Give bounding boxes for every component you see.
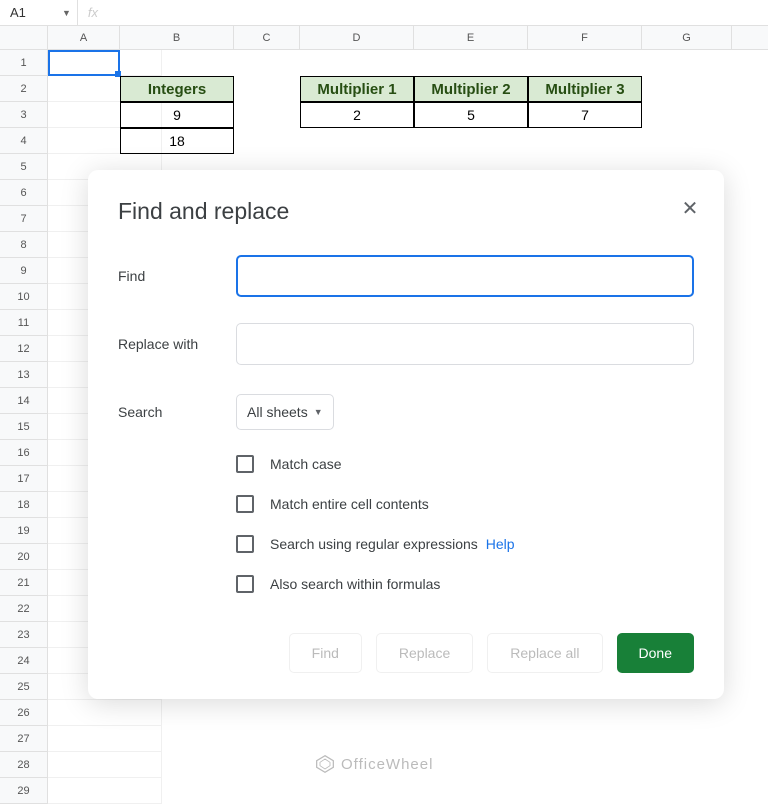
cell-ref-dropdown-icon[interactable]: ▼ bbox=[56, 8, 77, 18]
row-header[interactable]: 21 bbox=[0, 570, 48, 596]
row-header[interactable]: 26 bbox=[0, 700, 48, 726]
row-header[interactable]: 23 bbox=[0, 622, 48, 648]
row-header[interactable]: 29 bbox=[0, 778, 48, 804]
row-header[interactable]: 22 bbox=[0, 596, 48, 622]
find-button[interactable]: Find bbox=[289, 633, 362, 673]
close-icon: ✕ bbox=[682, 196, 699, 221]
find-replace-dialog: Find and replace ✕ Find Replace with Sea… bbox=[88, 170, 724, 699]
row-header[interactable]: 18 bbox=[0, 492, 48, 518]
select-all-cell[interactable] bbox=[0, 26, 48, 49]
formula-input[interactable] bbox=[108, 0, 768, 25]
match-entire-checkbox[interactable] bbox=[236, 495, 254, 513]
col-header-f[interactable]: F bbox=[528, 26, 642, 49]
col-header-b[interactable]: B bbox=[120, 26, 234, 49]
row-header[interactable]: 24 bbox=[0, 648, 48, 674]
table-header-integers[interactable]: Integers bbox=[120, 76, 234, 102]
replace-button[interactable]: Replace bbox=[376, 633, 473, 673]
match-case-label: Match case bbox=[270, 456, 342, 472]
row-header[interactable]: 10 bbox=[0, 284, 48, 310]
search-scope-select[interactable]: All sheets ▼ bbox=[236, 394, 334, 430]
col-header-c[interactable]: C bbox=[234, 26, 300, 49]
row-header[interactable]: 13 bbox=[0, 362, 48, 388]
table-cell[interactable]: 18 bbox=[120, 128, 234, 154]
col-header-a[interactable]: A bbox=[48, 26, 120, 49]
table-cell[interactable]: 9 bbox=[120, 102, 234, 128]
chevron-down-icon: ▼ bbox=[314, 407, 323, 417]
done-button[interactable]: Done bbox=[617, 633, 694, 673]
col-header-e[interactable]: E bbox=[414, 26, 528, 49]
row-header[interactable]: 16 bbox=[0, 440, 48, 466]
row-header[interactable]: 4 bbox=[0, 128, 48, 154]
logo-icon bbox=[315, 754, 335, 774]
close-button[interactable]: ✕ bbox=[676, 194, 704, 222]
cell[interactable] bbox=[48, 752, 162, 778]
watermark: OfficeWheel bbox=[315, 754, 433, 774]
row-header[interactable]: 9 bbox=[0, 258, 48, 284]
row-header[interactable]: 14 bbox=[0, 388, 48, 414]
regex-label: Search using regular expressions bbox=[270, 536, 478, 552]
col-header-g[interactable]: G bbox=[642, 26, 732, 49]
row-header[interactable]: 15 bbox=[0, 414, 48, 440]
row-header[interactable]: 2 bbox=[0, 76, 48, 102]
row-header[interactable]: 7 bbox=[0, 206, 48, 232]
row-header[interactable]: 17 bbox=[0, 466, 48, 492]
col-header-d[interactable]: D bbox=[300, 26, 414, 49]
match-case-checkbox[interactable] bbox=[236, 455, 254, 473]
cell[interactable] bbox=[48, 700, 162, 726]
table-header-mult3[interactable]: Multiplier 3 bbox=[528, 76, 642, 102]
column-headers: A B C D E F G bbox=[0, 26, 768, 50]
table-cell[interactable]: 5 bbox=[414, 102, 528, 128]
dialog-footer: Find Replace Replace all Done bbox=[118, 633, 694, 673]
row-header[interactable]: 1 bbox=[0, 50, 48, 76]
replace-label: Replace with bbox=[118, 336, 236, 352]
search-scope-value: All sheets bbox=[247, 404, 308, 420]
table-cell[interactable]: 7 bbox=[528, 102, 642, 128]
dialog-title: Find and replace bbox=[118, 198, 694, 225]
formula-bar: A1 ▼ fx bbox=[0, 0, 768, 26]
table-header-mult2[interactable]: Multiplier 2 bbox=[414, 76, 528, 102]
regex-checkbox[interactable] bbox=[236, 535, 254, 553]
row-header[interactable]: 8 bbox=[0, 232, 48, 258]
cell-reference[interactable]: A1 bbox=[0, 5, 56, 20]
row-header[interactable]: 20 bbox=[0, 544, 48, 570]
table-header-mult1[interactable]: Multiplier 1 bbox=[300, 76, 414, 102]
help-link[interactable]: Help bbox=[486, 536, 515, 552]
row-header[interactable]: 19 bbox=[0, 518, 48, 544]
cell[interactable] bbox=[48, 50, 162, 76]
formulas-label: Also search within formulas bbox=[270, 576, 440, 592]
row-header[interactable]: 11 bbox=[0, 310, 48, 336]
row-header[interactable]: 25 bbox=[0, 674, 48, 700]
row-header[interactable]: 28 bbox=[0, 752, 48, 778]
search-label: Search bbox=[118, 404, 236, 420]
cell[interactable] bbox=[48, 726, 162, 752]
row-header[interactable]: 12 bbox=[0, 336, 48, 362]
find-label: Find bbox=[118, 268, 236, 284]
replace-all-button[interactable]: Replace all bbox=[487, 633, 602, 673]
fx-label: fx bbox=[77, 0, 108, 25]
row-header[interactable]: 6 bbox=[0, 180, 48, 206]
watermark-text: OfficeWheel bbox=[341, 756, 433, 773]
row-header[interactable]: 5 bbox=[0, 154, 48, 180]
replace-input[interactable] bbox=[236, 323, 694, 365]
table-cell[interactable]: 2 bbox=[300, 102, 414, 128]
find-input[interactable] bbox=[236, 255, 694, 297]
formulas-checkbox[interactable] bbox=[236, 575, 254, 593]
match-entire-label: Match entire cell contents bbox=[270, 496, 429, 512]
row-header[interactable]: 27 bbox=[0, 726, 48, 752]
cell[interactable] bbox=[48, 778, 162, 804]
row-header[interactable]: 3 bbox=[0, 102, 48, 128]
